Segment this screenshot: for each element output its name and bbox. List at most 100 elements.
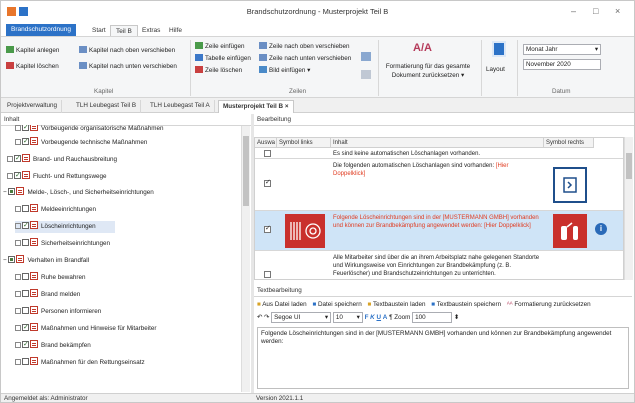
app-window: Brandschutzordnung - Musterprojekt Teil … <box>0 0 635 403</box>
tree-item[interactable]: Flucht- und Rettungswege <box>7 170 107 183</box>
tree-item[interactable]: Vorbeugende technische Maßnahmen <box>15 136 147 149</box>
tree-scrollbar[interactable] <box>241 126 250 392</box>
indent-icon[interactable] <box>361 52 371 61</box>
row-text: Es sind keine automatischen Löschanlagen… <box>333 151 481 157</box>
document-tabs: Projektverwaltung TLH Leubegast Teil B T… <box>1 98 634 113</box>
delete-row-icon <box>195 66 203 73</box>
table-row[interactable]: Die folgenden automatischen Löschanlagen… <box>255 159 623 211</box>
bild-einfuegen-button[interactable]: Bild einfügen ▾ <box>259 65 310 76</box>
save-file-button[interactable]: ■ Datei speichern <box>312 301 361 308</box>
font-select[interactable]: Segoe UI ▾ <box>271 312 332 323</box>
reset-format-button[interactable]: ᴬᴬ Formatierung zurücksetzen <box>507 301 591 308</box>
format-toolbar: ↶ ↷ Segoe UI ▾ 10 ▾ F K U A ¶ Zoom 100 ⬍ <box>257 312 459 323</box>
collapse-icon[interactable]: − <box>3 189 7 196</box>
fire-extinguisher-sign-icon[interactable] <box>553 214 587 248</box>
row-text: Alle Mitarbeiter sind über die an ihrem … <box>333 255 540 277</box>
zeile-loeschen-button[interactable]: Zeile löschen <box>195 65 242 76</box>
table-row-selected[interactable]: Folgende Löscheinrichtungen sind in der … <box>255 211 623 251</box>
image-icon <box>259 66 267 73</box>
kapitel-nach-unten-button[interactable]: Kapitel nach unten verschieben <box>79 61 177 72</box>
tree-item[interactable]: Maßnahmen für den Rettungseinsatz <box>15 357 145 369</box>
tree-item[interactable]: Ruhe bewahren <box>15 272 85 284</box>
row-text: Folgende Löscheinrichtungen sind in der … <box>333 215 539 229</box>
collapse-icon[interactable]: − <box>3 257 7 264</box>
font-color-button[interactable]: A <box>383 314 388 321</box>
tree-item[interactable]: Maßnahmen und Hinweise für Mitarbeiter <box>15 322 157 335</box>
close-button[interactable]: × <box>615 6 620 16</box>
row-checkbox[interactable] <box>264 224 271 233</box>
table-icon <box>195 54 203 61</box>
tree-item[interactable]: Personen informieren <box>15 306 101 318</box>
ribbon-tabs: Brandschutzordnung Start Teil B Extras H… <box>1 23 634 37</box>
doc-tab-tlh-teil-a[interactable]: TLH Leubegast Teil A <box>146 100 215 113</box>
scroll-thumb[interactable] <box>626 153 632 179</box>
undo-icon[interactable]: ↶ <box>257 314 262 321</box>
underline-button[interactable]: U <box>376 314 381 321</box>
paragraph-icon[interactable]: ¶ <box>389 314 392 321</box>
column-symbol-rechts[interactable]: Symbol rechts <box>544 138 594 148</box>
row-checkbox[interactable] <box>264 178 271 187</box>
zeile-nach-oben-button[interactable]: Zeile nach oben verschieben <box>259 41 350 52</box>
move-down-icon <box>79 62 87 69</box>
info-icon[interactable]: i <box>595 223 607 235</box>
tree-item[interactable]: Vorbeugende organisatorische Maßnahmen <box>15 125 164 135</box>
row-checkbox[interactable] <box>264 150 271 157</box>
table-row[interactable]: Alle Mitarbeiter sind über die an ihrem … <box>255 251 623 279</box>
column-symbol-links[interactable]: Symbol links <box>277 138 331 148</box>
tree-item-selected[interactable]: Löscheinrichtungen <box>15 220 115 233</box>
zeile-nach-unten-button[interactable]: Zeile nach unten verschieben <box>259 53 351 64</box>
chapter-tree: Vorbeugende organisatorische Maßnahmen V… <box>1 125 251 391</box>
italic-button[interactable]: K <box>370 314 375 321</box>
redo-icon[interactable]: ↷ <box>264 314 269 321</box>
fire-hose-sign-icon[interactable] <box>285 214 325 248</box>
column-auswahl[interactable]: Auswa <box>255 138 277 148</box>
table-row[interactable]: Es sind keine automatischen Löschanlagen… <box>255 148 623 159</box>
kapitel-nach-oben-button[interactable]: Kapitel nach oben verschieben <box>79 45 175 56</box>
tabelle-einfuegen-button[interactable]: Tabelle einfügen <box>195 53 251 64</box>
move-up-icon <box>79 46 87 53</box>
doc-tab-projektverwaltung[interactable]: Projektverwaltung <box>3 100 63 113</box>
text-editing-section: Textbearbeitung ■ Aus Datei laden ■ Date… <box>254 285 634 391</box>
separator <box>190 40 191 96</box>
date-value-field[interactable]: November 2020 <box>523 59 601 70</box>
layout-button[interactable]: Layout <box>486 64 505 75</box>
zoom-input[interactable]: 100 <box>412 312 453 323</box>
close-tab-icon[interactable]: × <box>285 103 289 110</box>
grid-scrollbar[interactable] <box>624 137 633 280</box>
tree-item[interactable]: Brand- und Rauchausbreitung <box>7 153 117 166</box>
kapitel-anlegen-button[interactable]: Kapitel anlegen <box>6 45 59 56</box>
text-editor[interactable]: Folgende Löscheinrichtungen sind in der … <box>257 327 629 389</box>
tab-brandschutzordnung[interactable]: Brandschutzordnung <box>6 24 76 36</box>
window-title: Brandschutzordnung - Musterprojekt Teil … <box>246 7 389 16</box>
maximize-button[interactable]: □ <box>593 6 598 16</box>
row-text: Die folgenden automatischen Löschanlagen… <box>333 163 509 177</box>
bold-button[interactable]: F <box>365 314 369 321</box>
zeile-einfuegen-button[interactable]: Zeile einfügen <box>195 41 245 52</box>
tree-item[interactable]: Sicherheitseinrichtungen <box>15 238 110 250</box>
open-file-button[interactable]: ■ Aus Datei laden <box>257 301 307 308</box>
separator <box>517 40 518 96</box>
date-format-select[interactable]: Monat Jahr ▾ <box>523 44 601 55</box>
save-text-block-button[interactable]: ■ Textbaustein speichern <box>431 301 501 308</box>
text-editing-header: Textbearbeitung <box>254 285 632 297</box>
tree-item[interactable]: Brand melden <box>15 289 80 301</box>
tree-item[interactable]: − Melde-, Lösch-, und Sicherheitseinrich… <box>3 187 154 199</box>
tree-item[interactable]: Meldeeinrichtungen <box>15 204 96 216</box>
zoom-spinner[interactable]: ⬍ <box>454 314 459 321</box>
delete-chapter-icon <box>6 62 14 69</box>
scroll-thumb[interactable] <box>243 136 249 206</box>
format-reset-button-line2[interactable]: Dokument zurücksetzen ▾ <box>385 70 471 81</box>
fire-alarm-sign-icon[interactable] <box>553 167 587 203</box>
ribbon: Kapitel anlegen Kapitel löschen Kapitel … <box>1 36 634 98</box>
kapitel-loeschen-button[interactable]: Kapitel löschen <box>6 61 59 72</box>
tree-item[interactable]: − Verhalten im Brandfall <box>3 255 89 267</box>
doc-tab-musterprojekt-teil-b[interactable]: Musterprojekt Teil B × <box>218 100 294 113</box>
row-checkbox[interactable] <box>264 271 271 278</box>
minimize-button[interactable]: – <box>571 6 576 16</box>
column-inhalt[interactable]: Inhalt <box>331 138 544 148</box>
tree-item[interactable]: Brand bekämpfen <box>15 339 91 352</box>
font-size-select[interactable]: 10 ▾ <box>332 312 363 323</box>
load-text-block-button[interactable]: ■ Textbaustein laden <box>368 301 426 308</box>
doc-tab-tlh-teil-b[interactable]: TLH Leubegast Teil B <box>72 100 142 113</box>
outdent-icon[interactable] <box>361 70 371 79</box>
